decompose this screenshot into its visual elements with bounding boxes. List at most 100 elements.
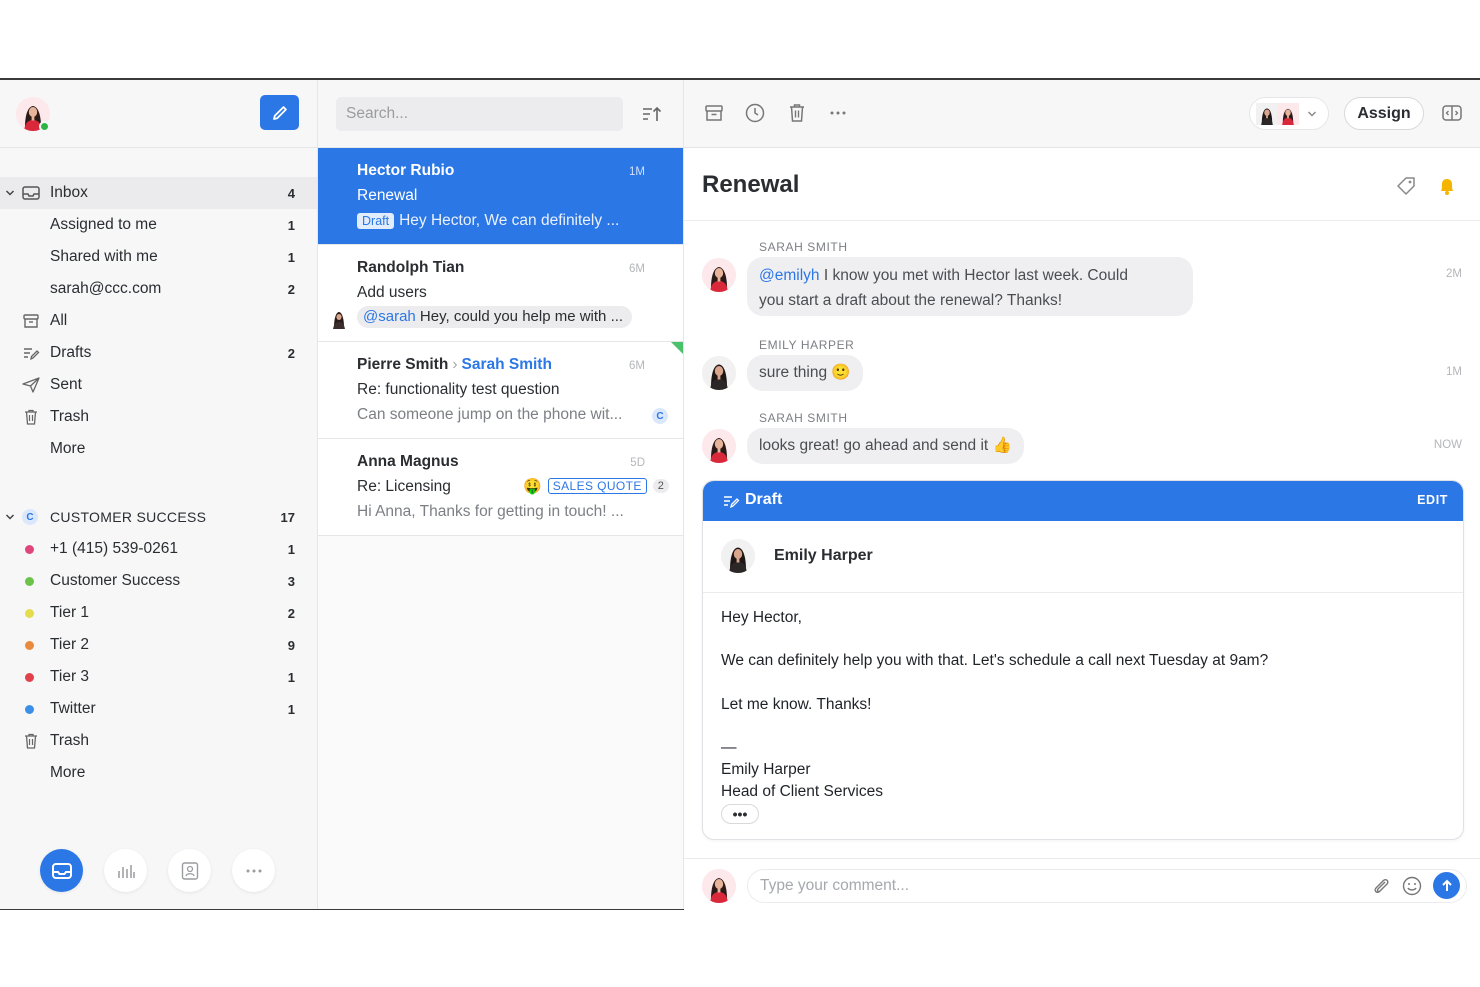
archive-icon	[23, 314, 39, 328]
recipient-name: Sarah Smith	[461, 356, 552, 373]
more-apps-button[interactable]	[232, 849, 275, 892]
sidebar-item-label: More	[50, 440, 86, 457]
sidebar-item-email-inbox[interactable]: sarah@ccc.com 2	[0, 273, 317, 305]
sidebar-item-count: 1	[287, 217, 295, 233]
inbox-color-dot	[25, 577, 34, 586]
commenter-avatar	[702, 429, 736, 463]
comment-time: NOW	[1433, 439, 1462, 451]
assignee-avatar	[1256, 103, 1278, 125]
chevron-down-icon[interactable]	[5, 510, 15, 524]
conversation-toolbar: Assign	[684, 80, 1480, 148]
conversation-item[interactable]: Hector Rubio 1M Renewal Draft Hey Hector,…	[318, 148, 683, 245]
sidebar-item-inbox[interactable]: Inbox 4	[0, 177, 317, 209]
conversation-item[interactable]: Pierre Smith › Sarah Smith 6M Re: function…	[318, 342, 683, 439]
sidebar-item-label: Tier 1	[50, 604, 90, 621]
show-more-button[interactable]: •••	[721, 804, 759, 824]
trash-icon[interactable]	[786, 102, 808, 124]
commenter-avatar	[333, 312, 345, 329]
clock-icon[interactable]	[744, 102, 766, 124]
mention[interactable]: @emilyh	[759, 267, 820, 284]
chevron-right-icon: ›	[452, 356, 458, 373]
sidebar: Inbox 4 Assigned to me 1 Shared with me …	[0, 80, 318, 909]
chevron-down-icon[interactable]	[5, 186, 15, 200]
sidebar-item-count: 2	[287, 281, 295, 297]
sidebar-item-tier-3[interactable]: Tier 3 1	[0, 661, 317, 693]
sidebar-item-shared[interactable]: Shared with me 1	[0, 241, 317, 273]
online-status-dot	[39, 121, 50, 132]
trash-icon	[25, 409, 37, 425]
sidebar-item-count: 2	[287, 605, 295, 621]
team-count: 17	[280, 509, 295, 525]
list-header	[318, 80, 683, 148]
sidebar-item-label: Inbox	[50, 184, 88, 201]
sidebar-item-tier-2[interactable]: Tier 2 9	[0, 629, 317, 661]
more-horizontal-icon	[246, 869, 261, 872]
bell-icon[interactable]	[1436, 175, 1458, 197]
comment-time: 2M	[1446, 268, 1462, 280]
sidebar-item-assigned[interactable]: Assigned to me 1	[0, 209, 317, 241]
emoji-icon[interactable]	[1401, 875, 1423, 897]
sidebar-item-label: Customer Success	[50, 572, 181, 589]
sidebar-item-label: Twitter	[50, 700, 96, 717]
draft-closing: Let me know. Thanks!	[721, 696, 872, 713]
comment-text: I know you met with Hector last week. Co…	[819, 267, 1128, 284]
sidebar-item-twitter[interactable]: Twitter 1	[0, 693, 317, 725]
sidebar-item-label: Tier 3	[50, 668, 90, 685]
sidebar-item-all[interactable]: All	[0, 305, 317, 337]
analytics-button[interactable]	[104, 849, 147, 892]
sidebar-item-drafts[interactable]: Drafts 2	[0, 337, 317, 369]
sidebar-item-count: 2	[287, 345, 295, 361]
sidebar-item-label: Tier 2	[50, 636, 90, 653]
drafts-icon	[724, 496, 740, 509]
edit-draft-button[interactable]: EDIT	[1417, 493, 1448, 507]
inbox-icon	[22, 186, 40, 200]
conversation-tags: 🤑 SALES QUOTE 2	[523, 477, 669, 495]
comment-preview-pill: @sarah Hey, could you help me with ...	[357, 306, 633, 328]
sidebar-item-label: Shared with me	[50, 248, 158, 265]
conversation-list: Hector Rubio 1M Renewal DraftHey Hector,…	[318, 80, 684, 909]
sidebar-item-team-more[interactable]: More	[0, 757, 317, 789]
conversation-preview: Hi Anna, Thanks for getting in touch! ..…	[357, 503, 624, 520]
conversation-item[interactable]: Randolph Tian 6M Add users @sarah Hey, c…	[318, 245, 683, 342]
paperclip-icon[interactable]	[1370, 875, 1392, 897]
conversation-item[interactable]: Anna Magnus 5D Re: Licensing 🤑 SALES QUO…	[318, 439, 683, 536]
comment-author: SARAH SMITH	[759, 411, 848, 425]
assignee-selector[interactable]	[1249, 97, 1329, 130]
conversation-pane: Assign Renewal SARAH SMITH @emilyh I kno…	[684, 80, 1480, 911]
comment-author: SARAH SMITH	[759, 240, 848, 254]
sales-quote-tag[interactable]: SALES QUOTE	[547, 478, 647, 494]
signature-title: Head of Client Services	[721, 783, 883, 800]
commenter-avatar	[702, 258, 736, 292]
sidebar-item-label: All	[50, 312, 68, 329]
assign-button[interactable]: Assign	[1344, 97, 1424, 130]
search-input[interactable]	[336, 97, 623, 131]
tag-icon[interactable]	[1395, 175, 1417, 197]
signature-name: Emily Harper	[721, 761, 811, 778]
sidebar-item-tier-1[interactable]: Tier 1 2	[0, 597, 317, 629]
send-comment-button[interactable]	[1433, 872, 1460, 899]
comment-input[interactable]	[747, 869, 1467, 903]
sidebar-item-label: Trash	[50, 408, 90, 425]
contacts-icon	[181, 861, 198, 880]
more-horizontal-icon[interactable]	[827, 102, 849, 124]
sidebar-item-sent[interactable]: Sent	[0, 369, 317, 401]
compose-button[interactable]	[260, 95, 299, 130]
mention: @sarah	[363, 308, 416, 325]
contacts-button[interactable]	[168, 849, 211, 892]
sidebar-team-header[interactable]: C CUSTOMER SUCCESS 17	[0, 501, 317, 533]
sidebar-item-more[interactable]: More	[0, 433, 317, 465]
inbox-view-button[interactable]	[40, 849, 83, 892]
draft-tag: Draft	[357, 213, 395, 229]
smile-emoji: 🙂	[831, 364, 851, 381]
comment-composer	[684, 858, 1480, 911]
sidebar-item-customer-success[interactable]: Customer Success 3	[0, 565, 317, 597]
conversation-time: 5D	[630, 457, 645, 469]
archive-icon[interactable]	[703, 102, 725, 124]
layout-toggle-icon[interactable]	[1441, 102, 1463, 124]
sender-name: Emily Harper	[774, 547, 873, 564]
sort-icon[interactable]	[641, 105, 663, 123]
sidebar-item-team-trash[interactable]: Trash	[0, 725, 317, 757]
sidebar-item-trash[interactable]: Trash	[0, 401, 317, 433]
sidebar-item-phone[interactable]: +1 (415) 539-0261 1	[0, 533, 317, 565]
inbox-color-dot	[25, 545, 34, 554]
